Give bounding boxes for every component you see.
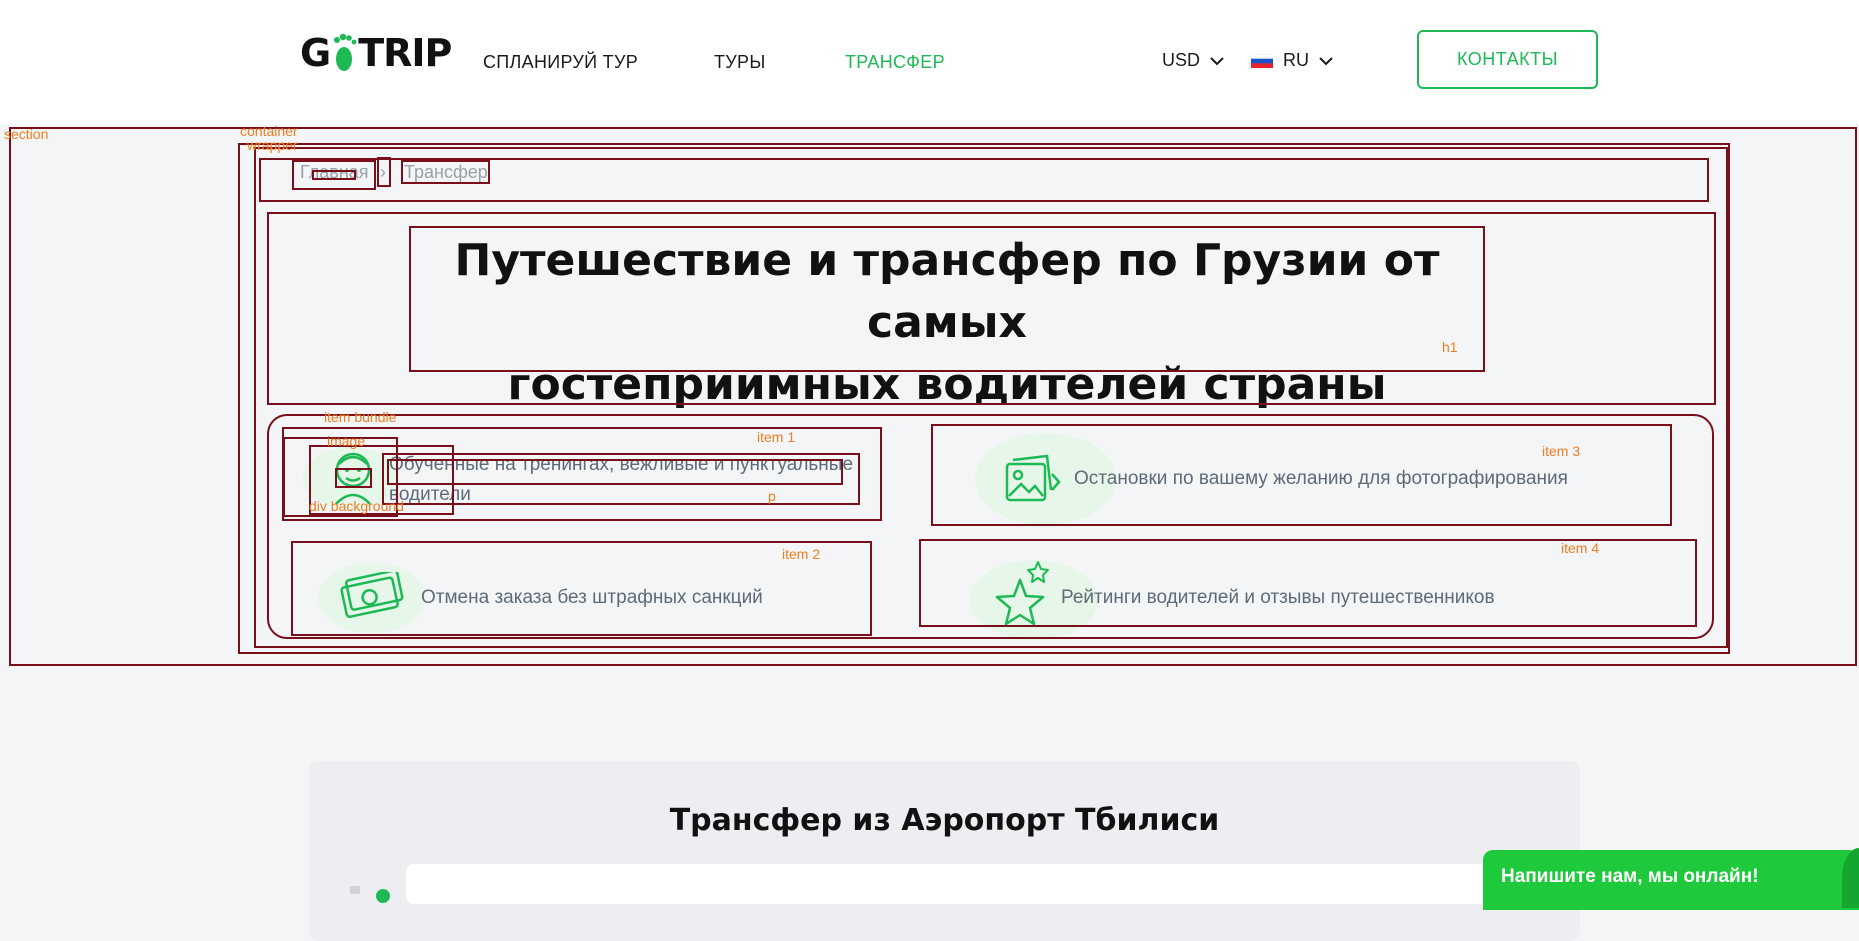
transfer-section-title: Трансфер из Аэропорт Тбилиси	[669, 803, 1220, 838]
overlay-tag-item-4: item 4	[1561, 540, 1600, 556]
chat-button[interactable]: Напишите нам, мы онлайн!	[1483, 850, 1859, 910]
overlay-tag-div-background: div background	[309, 498, 404, 514]
overlay-breadcrumb-inner-box	[312, 170, 356, 180]
language-value: RU	[1283, 50, 1309, 70]
overlay-breadcrumb-current-box	[401, 160, 490, 184]
logo-letter-g: G	[300, 31, 331, 75]
overlay-h1-box	[409, 226, 1485, 372]
contacts-button[interactable]: КОНТАКТЫ	[1417, 30, 1598, 89]
overlay-tag-item-2: item 2	[782, 546, 821, 562]
overlay-div-background-box	[335, 468, 372, 488]
footprint-icon	[334, 33, 357, 71]
chevron-down-icon	[1319, 56, 1333, 65]
overlay-tag-wrapper: wrapper	[247, 137, 298, 153]
russia-flag-icon	[1251, 53, 1273, 68]
overlay-tag-item-3: item 3	[1542, 443, 1581, 459]
nav-transfer[interactable]: ТРАНСФЕР	[845, 52, 945, 73]
nav-tours[interactable]: ТУРЫ	[714, 52, 766, 73]
language-dropdown[interactable]: RU	[1251, 50, 1333, 71]
overlay-breadcrumb-separator-box	[377, 157, 391, 187]
overlay-tag-image: image	[327, 433, 366, 449]
currency-dropdown[interactable]: USD	[1162, 50, 1224, 71]
nav-plan-tour[interactable]: СПЛАНИРУЙ ТУР	[483, 52, 638, 73]
green-dot-icon	[376, 889, 390, 903]
overlay-item-3-box	[931, 424, 1672, 526]
chat-button-label: Напишите нам, мы онлайн!	[1501, 866, 1759, 887]
drag-handle-icon[interactable]	[350, 886, 360, 894]
overlay-tag-item-bundle: item bundle	[324, 409, 397, 425]
chevron-down-icon	[1210, 56, 1224, 65]
overlay-tag-section: section	[4, 126, 49, 142]
overlay-tag-p: p	[768, 488, 776, 504]
overlay-tag-item-1: item 1	[757, 429, 796, 445]
overlay-tag-h1: h1	[1442, 339, 1458, 355]
transfer-card	[309, 761, 1580, 941]
logo-text: TRIP	[358, 31, 452, 75]
overlay-p-inner-box	[387, 459, 843, 485]
currency-value: USD	[1162, 50, 1201, 70]
logo[interactable]: G TRIP	[300, 28, 452, 78]
transfer-form-panel[interactable]	[406, 864, 1536, 904]
